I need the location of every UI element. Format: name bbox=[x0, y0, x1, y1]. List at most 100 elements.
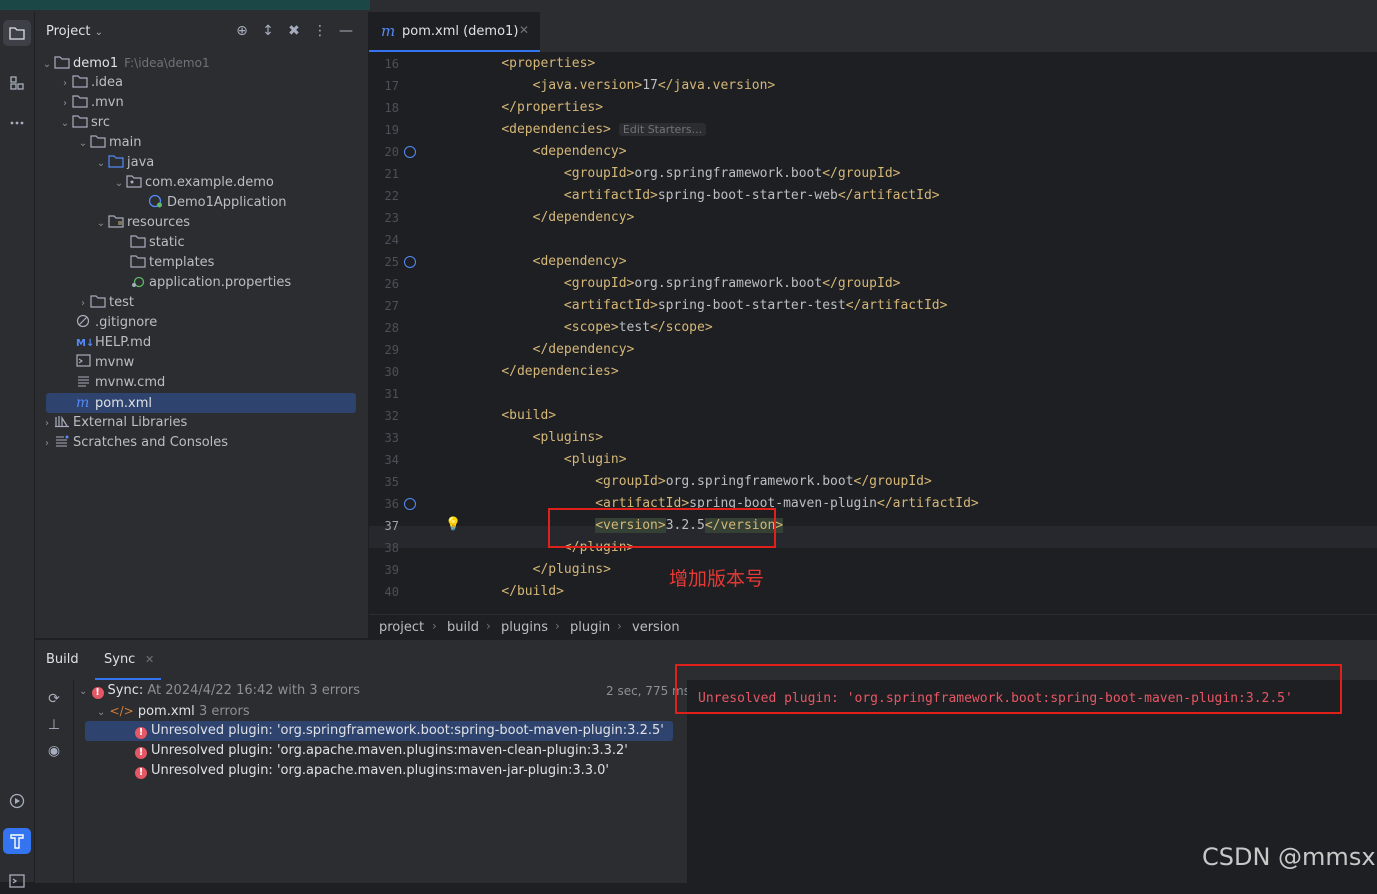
dependency-gutter-icon[interactable] bbox=[404, 146, 416, 158]
code-line[interactable]: <properties> bbox=[470, 53, 595, 75]
shell-script-icon bbox=[76, 354, 91, 367]
code-line[interactable]: <dependencies> Edit Starters... bbox=[470, 119, 707, 141]
sync-row[interactable]: ⌄ ! Sync: At 2024/4/22 16:42 with 3 error… bbox=[79, 681, 360, 701]
breadcrumb-separator-icon: › bbox=[617, 619, 622, 633]
tree-item-gitignore[interactable]: .gitignore bbox=[76, 313, 157, 333]
markdown-icon: M↓ bbox=[76, 338, 95, 349]
code-line[interactable]: </dependencies> bbox=[470, 361, 618, 383]
tree-item-help-md[interactable]: M↓HELP.md bbox=[76, 333, 151, 353]
tab-sync[interactable]: Sync bbox=[104, 652, 135, 667]
tree-item-resources[interactable]: ⌄ resources bbox=[94, 213, 190, 233]
chevron-down-icon[interactable]: ⌄ bbox=[94, 214, 108, 234]
project-tool-icon[interactable] bbox=[3, 20, 31, 46]
code-line[interactable]: </properties> bbox=[470, 97, 603, 119]
breadcrumb-plugin[interactable]: plugin bbox=[570, 620, 610, 635]
tree-item-demo1application[interactable]: Demo1Application bbox=[148, 193, 287, 213]
tab-pom-xml[interactable]: m pom.xml (demo1) ✕ bbox=[369, 12, 540, 52]
code-line[interactable]: <java.version>17</java.version> bbox=[470, 75, 776, 97]
dependency-gutter-icon[interactable] bbox=[404, 498, 416, 510]
code-line[interactable]: <groupId>org.springframework.boot</group… bbox=[470, 471, 932, 493]
code-line[interactable]: <build> bbox=[470, 405, 556, 427]
tree-item-main[interactable]: ⌄ main bbox=[76, 133, 142, 154]
chevron-down-icon[interactable]: ⌄ bbox=[58, 114, 72, 134]
code-line[interactable]: <artifactId>spring-boot-starter-test</ar… bbox=[470, 295, 948, 317]
terminal-icon[interactable] bbox=[3, 868, 31, 894]
structure-icon[interactable] bbox=[3, 70, 31, 96]
tree-item-test[interactable]: › test bbox=[76, 293, 134, 313]
tree-item-scratches[interactable]: › Scratches and Consoles bbox=[40, 433, 228, 453]
tree-item-demo1[interactable]: ⌄ demo1 F:\idea\demo1 bbox=[40, 53, 210, 73]
tree-item-mvnw-cmd[interactable]: mvnw.cmd bbox=[76, 373, 165, 393]
tree-item-src[interactable]: ⌄ src bbox=[58, 113, 110, 133]
edit-starters-hint[interactable]: Edit Starters... bbox=[618, 123, 707, 136]
code-line[interactable]: </dependency> bbox=[470, 339, 635, 361]
chevron-down-icon[interactable]: ⌄ bbox=[94, 154, 108, 174]
chevron-right-icon[interactable]: › bbox=[40, 414, 54, 434]
breadcrumb-project[interactable]: project bbox=[379, 620, 424, 635]
code-line[interactable]: <plugins> bbox=[470, 427, 603, 449]
close-icon[interactable]: ✕ bbox=[519, 23, 529, 37]
code-line[interactable]: <groupId>org.springframework.boot</group… bbox=[470, 273, 901, 295]
tree-item-templates[interactable]: templates bbox=[130, 253, 214, 273]
folder-icon bbox=[72, 75, 88, 88]
code-line[interactable]: <dependency> bbox=[470, 141, 627, 163]
tree-item-pom-xml[interactable]: m pom.xml bbox=[76, 393, 152, 413]
error-row[interactable]: ! Unresolved plugin: 'org.apache.maven.pl… bbox=[135, 741, 628, 761]
line-number: 17 bbox=[384, 79, 399, 93]
line-number: 38 bbox=[384, 541, 399, 555]
lightbulb-icon[interactable]: 💡 bbox=[445, 517, 461, 532]
tree-item-idea[interactable]: › .idea bbox=[58, 73, 123, 93]
chevron-down-icon[interactable]: ⌄ bbox=[76, 134, 90, 154]
chevron-right-icon[interactable]: › bbox=[76, 294, 90, 314]
hide-panel-icon[interactable]: — bbox=[338, 23, 354, 39]
chevron-down-icon[interactable]: ⌄ bbox=[40, 55, 54, 75]
code-line[interactable]: </plugins> bbox=[470, 559, 611, 581]
chevron-right-icon[interactable]: › bbox=[58, 74, 72, 94]
breadcrumb: project › build › plugins › plugin › ver… bbox=[369, 614, 1377, 639]
line-number: 18 bbox=[384, 101, 399, 115]
code-line[interactable]: <artifactId>spring-boot-starter-web</art… bbox=[470, 185, 940, 207]
breadcrumb-version[interactable]: version bbox=[632, 620, 680, 635]
more-tools-icon[interactable] bbox=[3, 110, 31, 136]
line-number: 23 bbox=[384, 211, 399, 225]
chevron-right-icon[interactable]: › bbox=[58, 94, 72, 114]
pin-icon[interactable]: ⊥ bbox=[45, 716, 63, 734]
tree-item-mvn[interactable]: › .mvn bbox=[58, 93, 124, 113]
chevron-down-icon[interactable]: ⌄ bbox=[112, 174, 126, 194]
eye-icon[interactable]: ◉ bbox=[45, 742, 63, 760]
code-line[interactable]: </dependency> bbox=[470, 207, 635, 229]
chevron-down-icon[interactable]: ⌄ bbox=[79, 686, 87, 697]
tree-item-application-properties[interactable]: application.properties bbox=[130, 273, 291, 293]
close-icon[interactable]: ✕ bbox=[145, 653, 154, 666]
options-icon[interactable]: ⋮ bbox=[312, 23, 328, 39]
project-panel-title[interactable]: Project ⌄ bbox=[46, 24, 103, 39]
error-row[interactable]: ! Unresolved plugin: 'org.springframework… bbox=[135, 721, 664, 741]
build-tool-icon[interactable] bbox=[3, 828, 31, 854]
tab-build[interactable]: Build bbox=[46, 652, 79, 667]
tree-item-package[interactable]: ⌄ com.example.demo bbox=[112, 173, 274, 193]
chevron-right-icon[interactable]: › bbox=[40, 434, 54, 454]
expand-all-icon[interactable]: ↕ bbox=[260, 23, 276, 39]
breadcrumb-build[interactable]: build bbox=[447, 620, 479, 635]
code-line[interactable]: </build> bbox=[470, 581, 564, 603]
services-icon[interactable] bbox=[3, 788, 31, 814]
code-line[interactable]: <groupId>org.springframework.boot</group… bbox=[470, 163, 901, 185]
code-line[interactable]: <dependency> bbox=[470, 251, 627, 273]
code-line[interactable]: <plugin> bbox=[470, 449, 627, 471]
tree-item-external-libraries[interactable]: › External Libraries bbox=[40, 413, 187, 433]
pom-row[interactable]: ⌄ </> pom.xml 3 errors bbox=[97, 701, 250, 721]
tree-item-mvnw[interactable]: mvnw bbox=[76, 353, 134, 373]
breadcrumb-plugins[interactable]: plugins bbox=[501, 620, 548, 635]
xml-open-tag: <build> bbox=[501, 408, 557, 423]
tree-item-java[interactable]: ⌄ java bbox=[94, 153, 154, 173]
tree-item-static[interactable]: static bbox=[130, 233, 185, 253]
xml-open-tag: <artifactId> bbox=[563, 188, 658, 203]
dependency-gutter-icon[interactable] bbox=[404, 256, 416, 268]
sync-icon[interactable]: ⟳ bbox=[45, 690, 63, 708]
code-line[interactable]: <scope>test</scope> bbox=[470, 317, 713, 339]
chevron-down-icon[interactable]: ⌄ bbox=[97, 707, 105, 718]
error-row[interactable]: ! Unresolved plugin: 'org.apache.maven.pl… bbox=[135, 761, 609, 781]
locate-icon[interactable]: ⊕ bbox=[234, 23, 250, 39]
collapse-all-icon[interactable]: ✖ bbox=[286, 23, 302, 39]
